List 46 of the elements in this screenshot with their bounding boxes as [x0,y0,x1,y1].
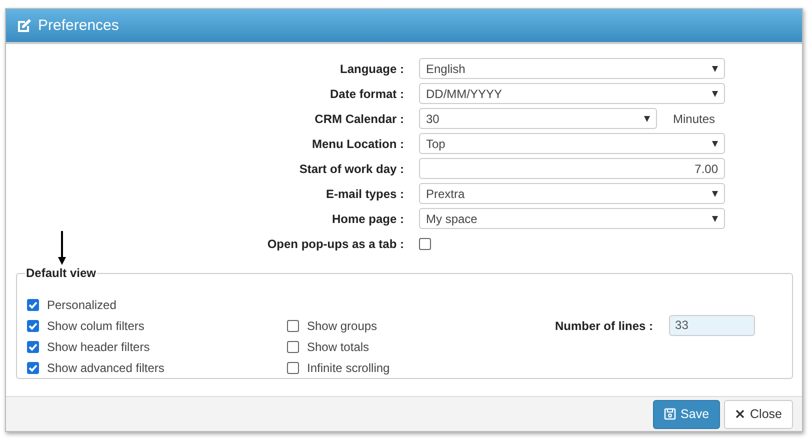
caret-icon [712,190,718,196]
unit-label: Minutes [673,112,716,126]
field-label: E-mail types : [324,186,404,200]
field-label: Home page : [330,212,404,226]
checkbox[interactable] [27,362,39,374]
field-label: Date format : [328,86,404,100]
caret-icon [712,90,718,96]
checkbox[interactable] [27,320,39,332]
select-field[interactable]: Prextra [419,183,725,204]
checkbox[interactable] [27,298,39,310]
select-field[interactable]: English [419,58,725,79]
field-label: Language : [338,62,404,76]
checkbox[interactable] [419,238,431,250]
edit-icon [16,18,32,34]
checkbox-label: Show colum filters [47,318,144,332]
caret-icon [712,66,718,72]
checkbox[interactable] [287,340,299,352]
select-field[interactable]: DD/MM/YYYY [419,83,725,104]
save-button[interactable]: Save [652,400,720,428]
caret-icon [712,140,718,146]
caret-icon [712,216,718,222]
arrow-icon [58,231,66,265]
checkbox-label: Infinite scrolling [307,360,390,374]
checkbox-label: Show advanced filters [47,360,164,374]
field-label: Number of lines : [555,318,654,332]
field-label: CRM Calendar : [314,112,404,126]
field-label: Open pop-ups as a tab : [266,236,404,250]
section-title: Default view [25,266,98,280]
select-field[interactable]: My space [419,208,725,229]
field-label: Menu Location : [311,136,404,150]
field-label: Start of work day : [298,162,404,176]
checkbox-label: Show groups [307,318,378,332]
checkbox-label: Personalized [47,298,116,312]
checkbox-label: Show header filters [47,340,150,354]
select-field[interactable]: 30 [419,108,657,129]
close-button[interactable]: Close [724,400,793,428]
close-icon [735,409,746,419]
checkbox[interactable] [287,320,299,332]
checkbox[interactable] [27,340,39,352]
input-field[interactable]: 33 [669,315,756,336]
checkbox-label: Show totals [307,340,370,354]
window-title: Preferences [38,17,119,34]
select-field[interactable]: Top [419,133,725,154]
checkbox[interactable] [287,362,299,374]
input-field[interactable]: 7.00 [419,158,725,179]
caret-icon [644,116,650,122]
